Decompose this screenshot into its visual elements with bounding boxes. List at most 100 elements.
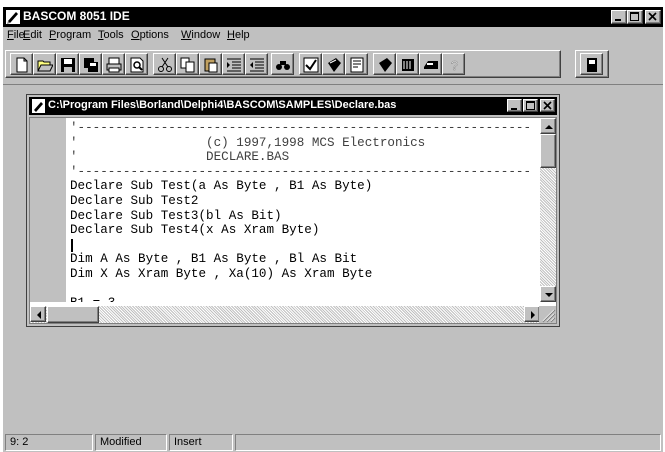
mdi-client-area: C:\Program Files\Borland\Delphi4\BASCOM\… (3, 84, 663, 432)
code-line: '---------------------------------------… (70, 164, 530, 179)
code-line: B1 = 3 (70, 296, 530, 302)
editor-minimize-button[interactable] (507, 99, 522, 112)
svg-text:?: ? (451, 58, 458, 73)
editor-maximize-button[interactable] (523, 99, 538, 112)
horizontal-scrollbar[interactable] (30, 306, 540, 323)
find-button[interactable] (271, 53, 294, 75)
simulator-button[interactable] (419, 53, 442, 75)
menu-help[interactable]: Help (227, 29, 250, 41)
copy-icon (180, 57, 195, 73)
insert-mode-indicator: Insert (169, 434, 233, 451)
unindent-button[interactable] (245, 53, 268, 75)
menu-program[interactable]: Program (49, 29, 91, 41)
paste-icon (204, 58, 218, 73)
indent-icon (227, 58, 241, 72)
show-result-button[interactable] (345, 53, 368, 75)
help-icon: ? (451, 58, 459, 73)
vertical-scrollbar[interactable] (540, 118, 556, 302)
horizontal-scroll-thumb[interactable] (47, 306, 99, 323)
print-icon (106, 57, 122, 73)
code-editor[interactable]: '---------------------------------------… (29, 117, 557, 324)
menu-bar: File Edit Program Tools Options Window Help (3, 27, 663, 45)
window-title: BASCOM 8051 IDE (23, 9, 130, 23)
menu-tools[interactable]: Tools (98, 29, 124, 41)
code-line: ' (c) 1997,1998 MCS Electronics (70, 135, 426, 150)
minimize-icon (615, 19, 621, 21)
code-line: Declare Sub Test2 (70, 193, 199, 208)
code-line: Declare Sub Test(a As Byte , B1 As Byte) (70, 179, 373, 194)
maximize-icon (630, 12, 639, 21)
print-preview-button[interactable] (125, 53, 148, 75)
editor-window[interactable]: C:\Program Files\Borland\Delphi4\BASCOM\… (26, 94, 560, 327)
document-icon (32, 99, 45, 113)
arrow-left-icon (37, 311, 41, 319)
paste-button[interactable] (199, 53, 222, 75)
menu-options[interactable]: Options (131, 29, 169, 41)
menu-window[interactable]: Window (181, 29, 220, 41)
ide-window: BASCOM 8051 IDE File Edit Program Tools Opti… (3, 7, 663, 452)
minimize-icon (511, 108, 517, 110)
cut-icon (158, 57, 172, 72)
cut-button[interactable] (153, 53, 176, 75)
code-line: Declare Sub Test4(x As Xram Byte) (70, 223, 320, 238)
minimize-button[interactable] (611, 10, 627, 24)
open-folder-button[interactable] (33, 53, 56, 75)
maximize-button[interactable] (627, 10, 643, 24)
compile-icon (328, 58, 341, 72)
app-icon (6, 10, 20, 24)
lcd-toolbar (575, 50, 609, 78)
print-preview-icon (130, 57, 144, 73)
title-bar[interactable]: BASCOM 8051 IDE (3, 7, 663, 27)
save-all-button[interactable] (79, 53, 102, 75)
simulator-icon (424, 61, 438, 69)
code-text[interactable]: '---------------------------------------… (70, 121, 530, 302)
unindent-icon (250, 58, 264, 72)
maximize-icon (526, 101, 535, 110)
modified-indicator: Modified (95, 434, 167, 451)
arrow-right-icon (531, 311, 535, 319)
program-chip-icon (379, 58, 392, 72)
lcd-icon (587, 58, 597, 72)
find-icon (276, 61, 290, 70)
new-file-button[interactable] (10, 53, 33, 75)
code-line: Declare Sub Test3(bl As Bit) (70, 208, 282, 223)
save-all-icon (84, 58, 98, 72)
terminal-button[interactable] (396, 53, 419, 75)
save-button[interactable] (56, 53, 79, 75)
program-chip-button[interactable] (373, 53, 396, 75)
status-message (235, 434, 661, 451)
code-line: '---------------------------------------… (70, 121, 530, 135)
editor-gutter (30, 118, 66, 302)
show-result-icon (350, 57, 364, 73)
syntax-check-button[interactable] (299, 53, 322, 75)
size-grip-icon (542, 309, 556, 323)
menu-edit[interactable]: Edit (23, 29, 42, 41)
copy-button[interactable] (176, 53, 199, 75)
size-grip[interactable] (539, 306, 556, 323)
main-toolbar: ? (5, 50, 561, 78)
editor-title-bar[interactable]: C:\Program Files\Borland\Delphi4\BASCOM\… (29, 97, 557, 115)
scroll-left-button[interactable] (30, 306, 46, 322)
compile-button[interactable] (322, 53, 345, 75)
scroll-down-button[interactable] (540, 286, 556, 302)
text-caret (71, 238, 73, 252)
close-button[interactable] (645, 10, 661, 24)
code-line: ' DECLARE.BAS (70, 150, 290, 165)
syntax-check-icon (303, 57, 319, 73)
close-icon (543, 101, 552, 110)
arrow-up-icon (545, 125, 553, 129)
vertical-scroll-thumb[interactable] (540, 134, 556, 168)
help-button[interactable]: ? (442, 53, 465, 75)
file-path-prefix: C:\Program Files\Borland\Delphi4\ (48, 99, 227, 111)
lcd-button[interactable] (580, 53, 603, 75)
scroll-up-button[interactable] (540, 118, 556, 134)
scroll-right-button[interactable] (524, 306, 540, 322)
print-button[interactable] (102, 53, 125, 75)
toolbar: ? (3, 47, 663, 81)
indent-button[interactable] (222, 53, 245, 75)
cursor-position: 9: 2 (5, 434, 93, 451)
open-folder-icon (37, 60, 53, 72)
editor-close-button[interactable] (540, 99, 555, 112)
